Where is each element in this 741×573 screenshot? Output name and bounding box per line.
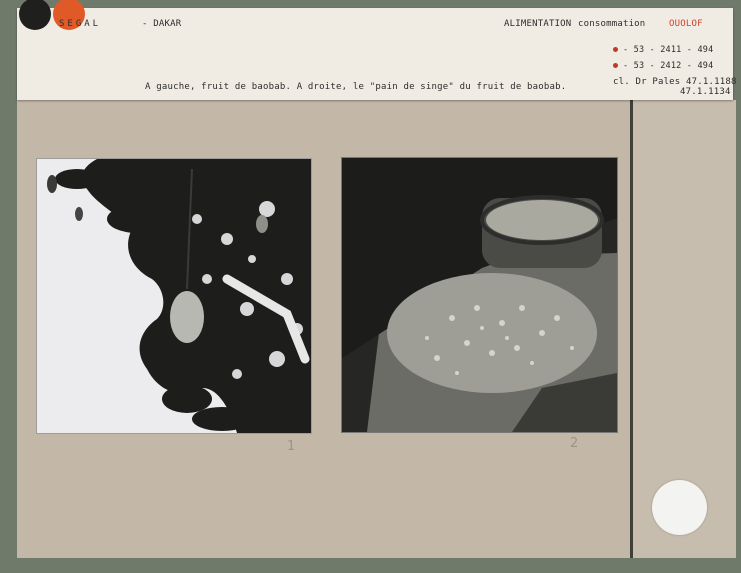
ethnic-group-label: OUOLOF (669, 19, 703, 29)
reference-number-2-text: - 53 - 2412 - 494 (623, 61, 714, 71)
reference-number-2: - 53 - 2412 - 494 (613, 61, 713, 71)
baobab-pulp-image (342, 158, 617, 432)
reference-number-1-text: - 53 - 2411 - 494 (623, 45, 714, 55)
reference-number-1: - 53 - 2411 - 494 (613, 45, 713, 55)
photo-credit: cl. Dr Pales 47.1.1188 (613, 77, 737, 87)
label-card: SEGAL - DAKAR ALIMENTATION consommation … (17, 0, 736, 100)
photo-credit-secondary: 47.1.1134 (680, 87, 731, 97)
photo-baobab-fruit (36, 158, 312, 434)
pencil-mark-1: 1 (287, 439, 296, 454)
city-label: - DAKAR (142, 19, 182, 29)
photo-pain-de-singe (341, 157, 618, 433)
red-dot-icon (613, 63, 618, 68)
caption: A gauche, fruit de baobab. A droite, le … (145, 82, 567, 92)
round-sticker (652, 480, 707, 535)
pencil-mark-2: 2 (570, 436, 579, 451)
baobab-fruit-shape (170, 291, 204, 343)
red-dot-icon (613, 47, 618, 52)
topic-label: ALIMENTATION (504, 19, 572, 29)
baobab-tree-image (37, 159, 311, 433)
punch-hole-black (19, 0, 51, 30)
country-label: SEGAL (59, 19, 102, 29)
subtopic-label: consommation (578, 19, 646, 29)
